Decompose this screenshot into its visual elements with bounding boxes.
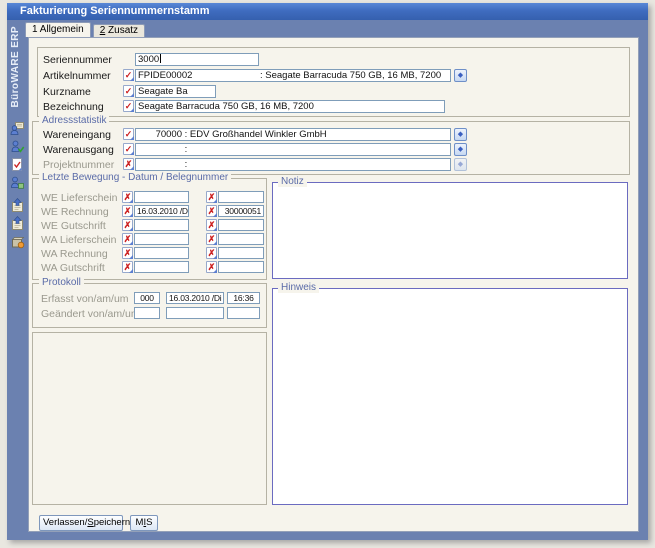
cross-flag-icon[interactable]: ✗ bbox=[206, 247, 217, 259]
sidebar-toolbar bbox=[9, 121, 26, 249]
wa-rechnung-label: WA Rechnung bbox=[41, 248, 108, 260]
window-titlebar: Fakturierung Seriennummernstamm bbox=[7, 3, 648, 20]
user-card-icon[interactable] bbox=[10, 121, 25, 136]
mis-button[interactable]: MIS bbox=[130, 515, 158, 531]
we-gutschrift-beleg-input[interactable] bbox=[218, 219, 264, 231]
window-body: BüroWARE ERP 1 Allgemein 2 Zusatz Serien… bbox=[7, 20, 648, 540]
we-gutschrift-datum-input[interactable] bbox=[134, 219, 189, 231]
brand-vertical-text: BüroWARE ERP bbox=[10, 26, 21, 108]
protokoll-title: Protokoll bbox=[39, 277, 84, 288]
notiz-textarea[interactable] bbox=[272, 182, 628, 279]
erfasst-datum-field: 16.03.2010 /Di bbox=[166, 292, 224, 304]
desktop: Fakturierung Seriennummernstamm BüroWARE… bbox=[0, 0, 655, 548]
check-flag-icon[interactable]: ✓ bbox=[123, 69, 134, 81]
projektnummer-label: Projektnummer bbox=[43, 159, 115, 171]
wa-lieferschein-datum-input[interactable] bbox=[134, 233, 189, 245]
wareneingang-label: Wareneingang bbox=[43, 129, 111, 141]
cross-flag-icon[interactable]: ✗ bbox=[206, 261, 217, 273]
doc-send-icon[interactable] bbox=[10, 198, 25, 213]
geaendert-datum-field bbox=[166, 307, 224, 319]
group-protokoll bbox=[32, 283, 267, 328]
hinweis-textarea[interactable] bbox=[272, 288, 628, 505]
tab-allgemein[interactable]: 1 Allgemein bbox=[25, 22, 91, 37]
text-caret bbox=[160, 54, 162, 63]
tab-zusatz[interactable]: 2 Zusatz bbox=[92, 24, 146, 37]
wa-lieferschein-label: WA Lieferschein bbox=[41, 234, 117, 246]
kurzname-input[interactable]: Seagate Ba bbox=[135, 85, 216, 98]
we-lieferschein-beleg-input[interactable] bbox=[218, 191, 264, 203]
bezeichnung-input[interactable]: Seagate Barracuda 750 GB, 16 MB, 7200 bbox=[135, 100, 445, 113]
cross-flag-icon[interactable]: ✗ bbox=[206, 233, 217, 245]
warenausgang-input[interactable]: : bbox=[135, 143, 451, 156]
erfasst-label: Erfasst von/am/um bbox=[41, 293, 129, 305]
erfasst-user-field: 000 bbox=[134, 292, 160, 304]
wa-gutschrift-datum-input[interactable] bbox=[134, 261, 189, 273]
we-gutschrift-label: WE Gutschrift bbox=[41, 220, 106, 232]
wareneingang-input[interactable]: 70000 : EDV Großhandel Winkler GmbH bbox=[135, 128, 451, 141]
seriennummer-label: Seriennummer bbox=[43, 54, 112, 66]
cross-flag-icon[interactable]: ✗ bbox=[122, 261, 133, 273]
cross-flag-icon[interactable]: ✗ bbox=[122, 191, 133, 203]
hinweis-title: Hinweis bbox=[278, 282, 320, 293]
wa-rechnung-beleg-input[interactable] bbox=[218, 247, 264, 259]
geaendert-label: Geändert von/am/um bbox=[41, 308, 140, 320]
letzte-bewegung-title: Letzte Bewegung - Datum / Belegnummer bbox=[39, 172, 232, 183]
notiz-title: Notiz bbox=[278, 176, 307, 187]
doc-receive-icon[interactable] bbox=[10, 216, 25, 231]
window-title: Fakturierung Seriennummernstamm bbox=[20, 5, 210, 17]
we-lieferschein-label: WE Lieferschein bbox=[41, 192, 118, 204]
wa-gutschrift-label: WA Gutschrift bbox=[41, 262, 105, 274]
user-check-icon[interactable] bbox=[10, 139, 25, 154]
wa-rechnung-datum-input[interactable] bbox=[134, 247, 189, 259]
cross-flag-icon[interactable]: ✗ bbox=[206, 191, 217, 203]
box-orange-icon[interactable] bbox=[10, 234, 25, 249]
cross-flag-icon[interactable]: ✗ bbox=[122, 219, 133, 231]
app-window: Fakturierung Seriennummernstamm BüroWARE… bbox=[7, 3, 648, 540]
geaendert-user-field bbox=[134, 307, 160, 319]
check-flag-icon[interactable]: ✓ bbox=[123, 128, 134, 140]
artikelnummer-label: Artikelnummer bbox=[43, 70, 111, 82]
user-box-icon[interactable] bbox=[10, 175, 25, 190]
wareneingang-lookup-button[interactable]: ◆ bbox=[454, 128, 467, 141]
cross-flag-icon[interactable]: ✗ bbox=[122, 205, 133, 217]
bezeichnung-label: Bezeichnung bbox=[43, 101, 104, 113]
verlassen-speichern-button[interactable]: Verlassen/Speichern bbox=[39, 515, 130, 531]
projektnummer-lookup-button: ◆ bbox=[454, 158, 467, 171]
main-panel: Seriennummer 3000 Artikelnummer ✓ FPIDE0… bbox=[28, 37, 639, 532]
erfasst-zeit-field: 16:36 bbox=[227, 292, 260, 304]
cross-flag-icon[interactable]: ✗ bbox=[122, 247, 133, 259]
artikelnummer-lookup-button[interactable]: ◆ bbox=[454, 69, 467, 82]
cross-flag-icon[interactable]: ✗ bbox=[122, 233, 133, 245]
cross-flag-icon[interactable]: ✗ bbox=[123, 158, 134, 170]
we-rechnung-datum-input[interactable]: 16.03.2010 /Di bbox=[134, 205, 189, 217]
tab-bar: 1 Allgemein 2 Zusatz bbox=[25, 22, 146, 37]
projektnummer-input[interactable]: : bbox=[135, 158, 451, 171]
warenausgang-label: Warenausgang bbox=[43, 144, 114, 156]
warenausgang-lookup-button[interactable]: ◆ bbox=[454, 143, 467, 156]
adressstatistik-title: Adressstatistik bbox=[39, 115, 110, 126]
we-rechnung-beleg-input[interactable]: 30000051 bbox=[218, 205, 264, 217]
check-flag-icon[interactable]: ✓ bbox=[123, 85, 134, 97]
check-flag-icon[interactable]: ✓ bbox=[123, 143, 134, 155]
we-lieferschein-datum-input[interactable] bbox=[134, 191, 189, 203]
wa-gutschrift-beleg-input[interactable] bbox=[218, 261, 264, 273]
we-rechnung-label: WE Rechnung bbox=[41, 206, 109, 218]
geaendert-zeit-field bbox=[227, 307, 260, 319]
wa-lieferschein-beleg-input[interactable] bbox=[218, 233, 264, 245]
cross-flag-icon[interactable]: ✗ bbox=[206, 219, 217, 231]
artikelnummer-input[interactable]: FPIDE00002 : Seagate Barracuda 750 GB, 1… bbox=[135, 69, 451, 82]
kurzname-label: Kurzname bbox=[43, 86, 91, 98]
doc-check-icon[interactable] bbox=[10, 157, 25, 172]
cross-flag-icon[interactable]: ✗ bbox=[206, 205, 217, 217]
seriennummer-input[interactable]: 3000 bbox=[135, 53, 259, 66]
empty-groupbox bbox=[32, 332, 267, 505]
check-flag-icon[interactable]: ✓ bbox=[123, 100, 134, 112]
